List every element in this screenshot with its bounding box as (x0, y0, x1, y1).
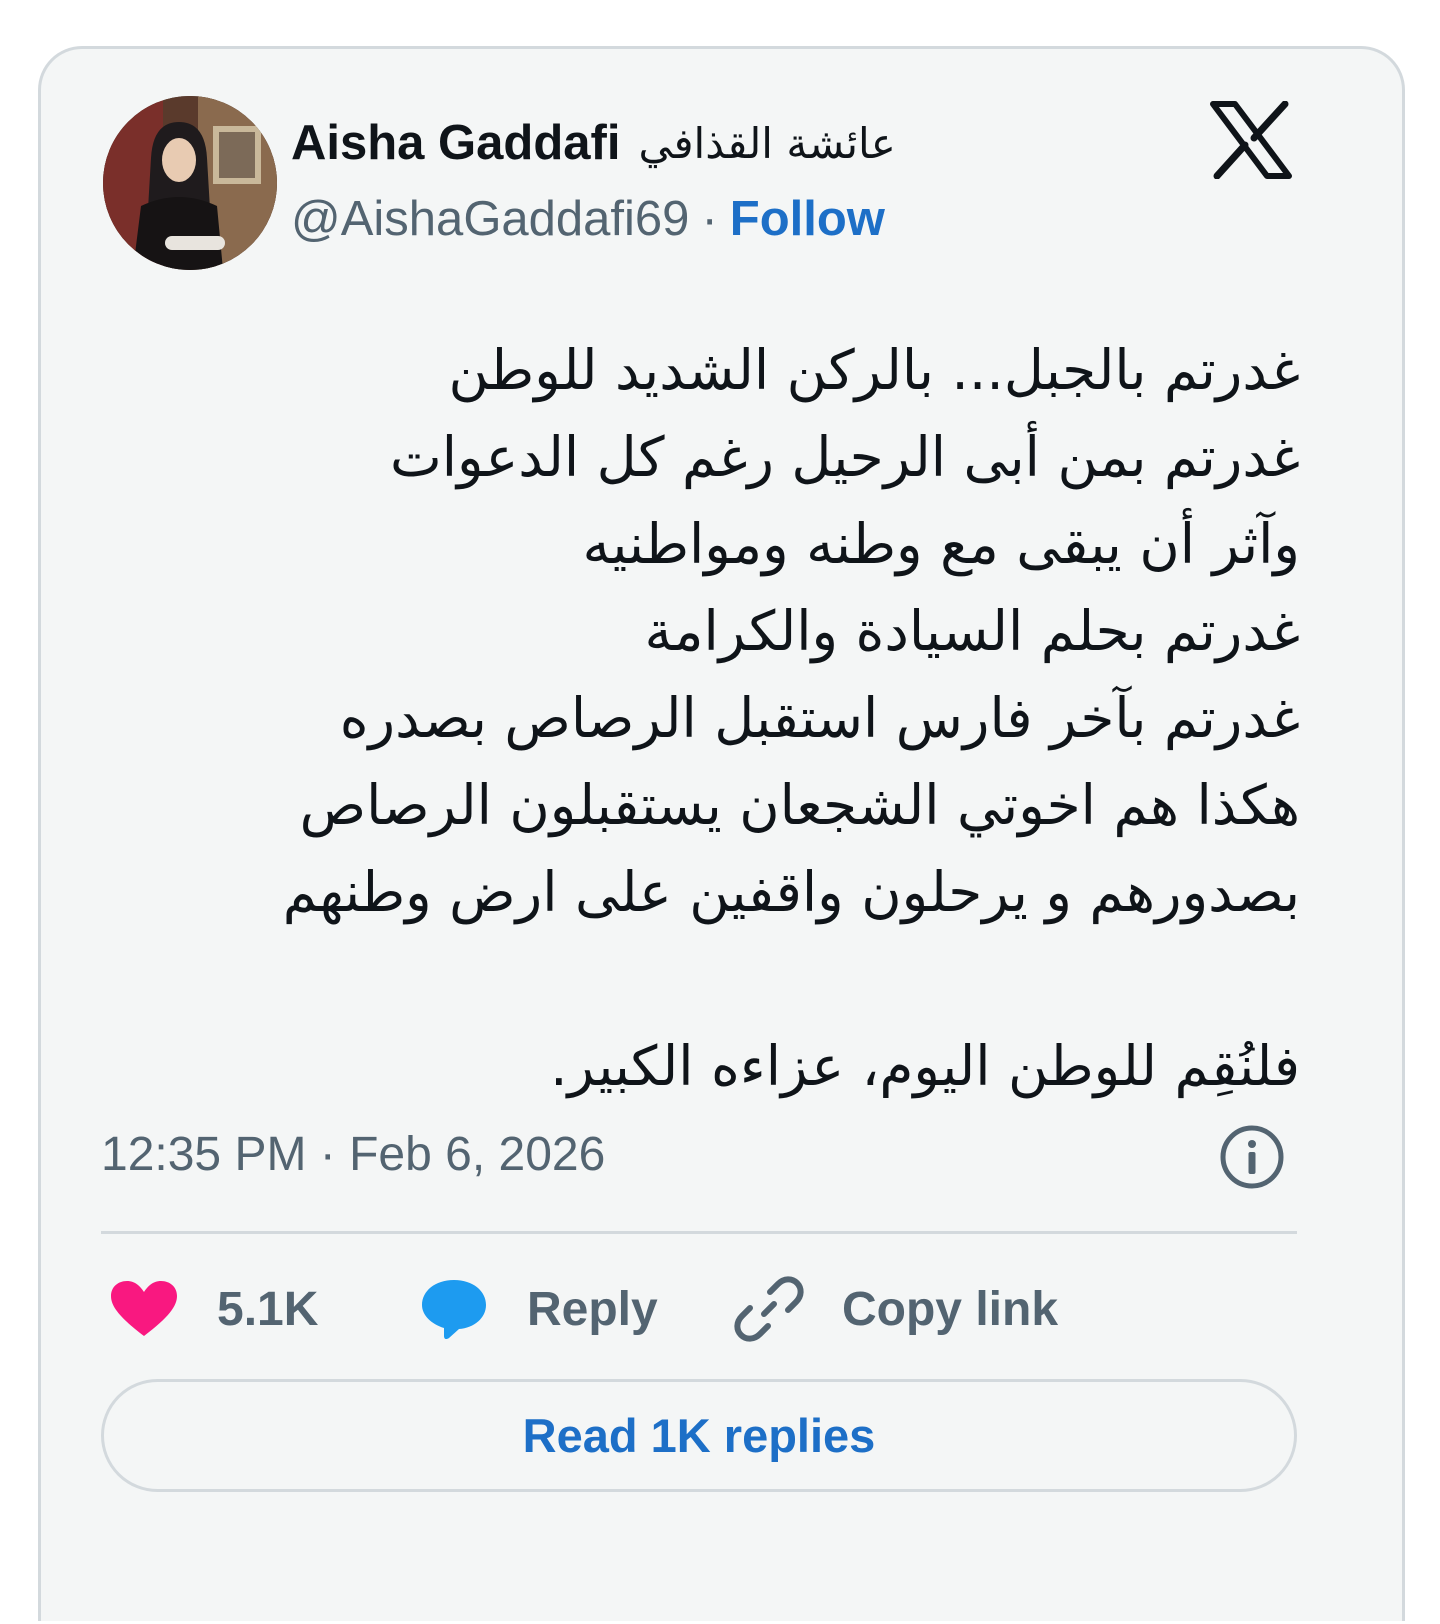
copy-link-button[interactable]: Copy link (734, 1269, 1058, 1349)
avatar[interactable] (103, 96, 277, 270)
tweet-line: هكذا هم اخوتي الشجعان يستقبلون الرصاص (299, 773, 1300, 837)
divider (101, 1231, 1297, 1234)
tweet-text: غدرتم بالجبل... بالركن الشديد للوطن غدرت… (131, 327, 1300, 1110)
tweet-line: غدرتم بحلم السيادة والكرامة (644, 599, 1301, 663)
heart-icon (111, 1281, 177, 1336)
separator-dot: · (701, 192, 718, 246)
like-button[interactable]: 5.1K (109, 1269, 318, 1349)
tweet-line: غدرتم بالجبل... بالركن الشديد للوطن (448, 338, 1300, 402)
tweet-line: غدرتم بآخر فارس استقبل الرصاص بصدره (339, 686, 1300, 750)
reply-bubble-icon (422, 1280, 486, 1340)
tweet-line: غدرتم بمن أبى الرحيل رغم كل الدعوات (390, 425, 1300, 489)
link-icon (734, 1276, 804, 1342)
author-name-row: Aisha Gaddafi عائشة القذافي (291, 115, 896, 171)
info-icon[interactable] (1219, 1124, 1285, 1190)
x-logo-icon[interactable] (1209, 101, 1293, 179)
reply-label: Reply (527, 1282, 658, 1336)
author-handle[interactable]: @AishaGaddafi69 (291, 191, 689, 247)
author-handle-row: @AishaGaddafi69 · Follow (291, 191, 885, 247)
action-bar: 5.1K Reply Copy link (109, 1269, 1299, 1349)
follow-button[interactable]: Follow (730, 191, 885, 247)
author-arabic-name[interactable]: عائشة القذافي (638, 119, 895, 168)
copy-link-label: Copy link (842, 1282, 1059, 1336)
read-replies-label: Read 1K replies (522, 1409, 876, 1462)
author-name[interactable]: Aisha Gaddafi (291, 115, 620, 171)
read-replies-button[interactable]: Read 1K replies (101, 1379, 1297, 1492)
tweet-card: Aisha Gaddafi عائشة القذافي @AishaGaddaf… (38, 46, 1405, 1621)
tweet-line: بصدورهم و يرحلون واقفين على ارض وطنهم (282, 860, 1300, 924)
like-count: 5.1K (217, 1282, 319, 1336)
reply-button[interactable]: Reply (419, 1269, 658, 1349)
tweet-timestamp[interactable]: 12:35 PM · Feb 6, 2026 (101, 1127, 605, 1182)
tweet-line: وآثر أن يبقى مع وطنه ومواطنيه (582, 512, 1300, 576)
tweet-line: فلنُقِم للوطن اليوم، عزاءه الكبير. (550, 1034, 1300, 1098)
